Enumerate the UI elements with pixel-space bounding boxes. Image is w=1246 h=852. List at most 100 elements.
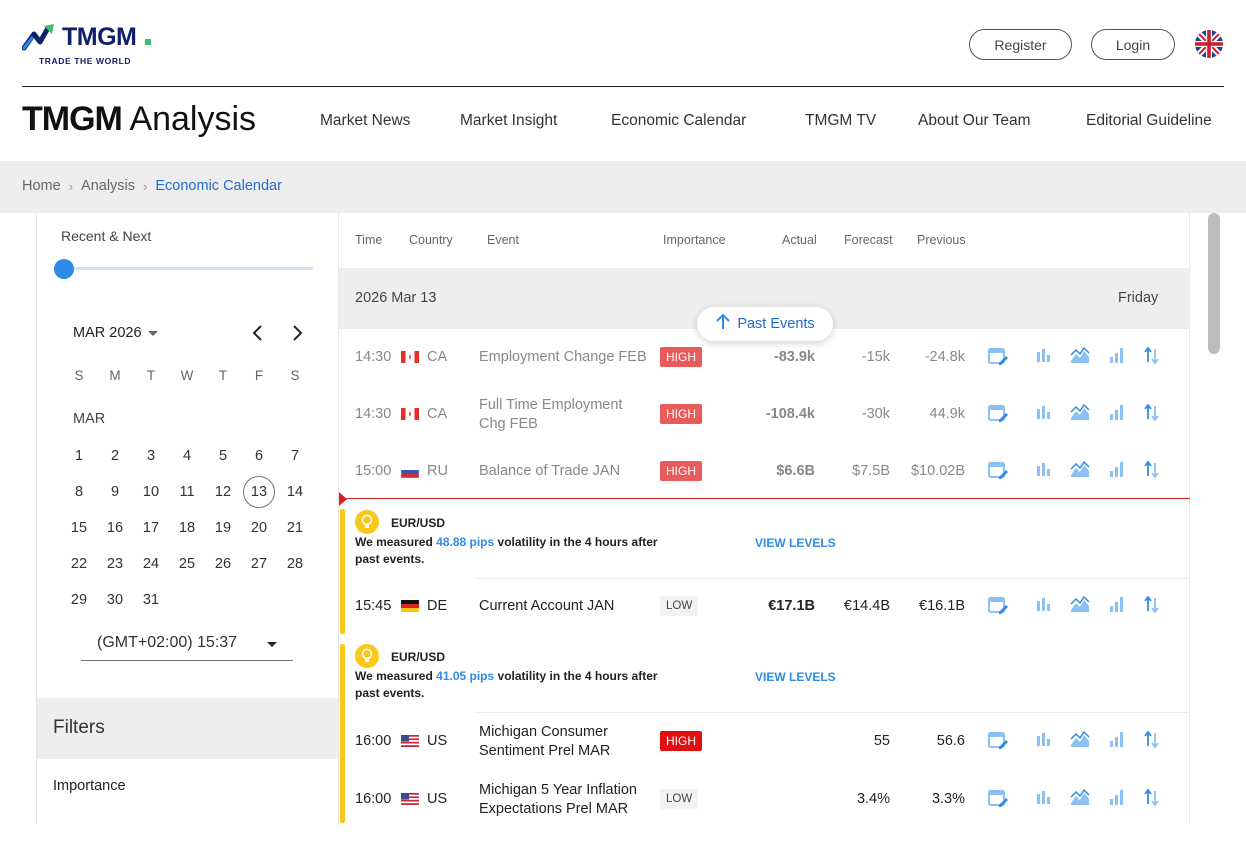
sort-arrows-icon[interactable] [1141, 402, 1163, 424]
row-event[interactable]: Michigan Consumer Sentiment Prel MAR [479, 723, 649, 761]
area-chart-icon[interactable] [1069, 402, 1091, 424]
insight-pips: 48.88 pips [436, 535, 495, 549]
month-year-dropdown[interactable]: MAR 2026 [73, 325, 158, 341]
row-event[interactable]: Full Time Employment Chg FEB [479, 396, 649, 434]
chevron-left-icon[interactable] [251, 323, 265, 348]
row-event[interactable]: Employment Change FEB [479, 349, 647, 365]
calendar-day[interactable]: 23 [99, 548, 131, 580]
bar-chart-icon[interactable] [1033, 594, 1055, 616]
calendar-day[interactable]: 26 [207, 548, 239, 580]
nav-market-insight[interactable]: Market Insight [460, 112, 557, 130]
calendar-edit-icon[interactable] [987, 402, 1009, 424]
top-header: TMGM TRADE THE WORLD Register Login [0, 0, 1246, 88]
calendar-day[interactable]: 14 [279, 476, 311, 508]
calendar-day[interactable]: 3 [135, 440, 167, 472]
signal-bars-icon[interactable] [1106, 459, 1128, 481]
row-event[interactable]: Current Account JAN [479, 598, 614, 614]
calendar-day[interactable]: 21 [279, 512, 311, 544]
chevron-right-icon[interactable] [290, 323, 304, 348]
bar-chart-icon[interactable] [1033, 729, 1055, 751]
calendar-day[interactable]: 8 [63, 476, 95, 508]
sort-arrows-icon[interactable] [1141, 729, 1163, 751]
calendar-day[interactable]: 20 [243, 512, 275, 544]
row-event[interactable]: Balance of Trade JAN [479, 463, 620, 479]
calendar-day[interactable]: 24 [135, 548, 167, 580]
range-slider-track[interactable] [64, 267, 313, 270]
signal-bars-icon[interactable] [1106, 345, 1128, 367]
calendar-day[interactable]: 28 [279, 548, 311, 580]
past-events-button[interactable]: Past Events [697, 307, 833, 341]
signal-bars-icon[interactable] [1106, 729, 1128, 751]
calendar-day[interactable]: 10 [135, 476, 167, 508]
scrollbar-thumb[interactable] [1208, 213, 1220, 354]
tmgm-analysis-brand[interactable]: TMGM Analysis [22, 100, 256, 139]
calendar-day[interactable]: 30 [99, 584, 131, 616]
nav-editorial-guideline[interactable]: Editorial Guideline [1086, 112, 1212, 130]
nav-economic-calendar[interactable]: Economic Calendar [611, 112, 746, 130]
calendar-day[interactable]: 16 [99, 512, 131, 544]
view-levels-link[interactable]: VIEW LEVELS [755, 670, 836, 684]
calendar-day[interactable]: 17 [135, 512, 167, 544]
calendar-day[interactable]: 31 [135, 584, 167, 616]
row-country: DE [427, 598, 448, 614]
bar-chart-icon[interactable] [1033, 787, 1055, 809]
calendar-day[interactable]: 13 [243, 476, 275, 508]
area-chart-icon[interactable] [1069, 787, 1091, 809]
bar-chart-icon[interactable] [1033, 402, 1055, 424]
range-slider-handle[interactable] [54, 259, 74, 279]
calendar-edit-icon[interactable] [987, 594, 1009, 616]
signal-bars-icon[interactable] [1106, 594, 1128, 616]
tmgm-logo[interactable]: TMGM TRADE THE WORLD [22, 22, 162, 68]
sort-arrows-icon[interactable] [1141, 594, 1163, 616]
signal-bars-icon[interactable] [1106, 787, 1128, 809]
view-levels-link[interactable]: VIEW LEVELS [755, 536, 836, 550]
weekday-label: T [146, 368, 156, 383]
arrow-up-icon [715, 313, 731, 336]
calendar-day[interactable]: 15 [63, 512, 95, 544]
calendar-day[interactable]: 1 [63, 440, 95, 472]
importance-filter-label[interactable]: Importance [53, 778, 126, 794]
sort-arrows-icon[interactable] [1141, 459, 1163, 481]
uk-flag-icon[interactable] [1195, 30, 1223, 58]
login-button[interactable]: Login [1091, 29, 1175, 60]
calendar-month-label: MAR [73, 411, 106, 427]
calendar-edit-icon[interactable] [987, 459, 1009, 481]
row-actual: -108.4k [765, 406, 815, 422]
area-chart-icon[interactable] [1069, 459, 1091, 481]
calendar-day[interactable]: 2 [99, 440, 131, 472]
calendar-day[interactable]: 22 [63, 548, 95, 580]
calendar-day[interactable]: 18 [171, 512, 203, 544]
calendar-day[interactable]: 11 [171, 476, 203, 508]
area-chart-icon[interactable] [1069, 729, 1091, 751]
nav-about-our-team[interactable]: About Our Team [918, 112, 1031, 130]
timezone-select[interactable]: (GMT+02:00) 15:37 [81, 630, 293, 661]
weekday-label: T [218, 368, 228, 383]
calendar-day[interactable]: 12 [207, 476, 239, 508]
calendar-day[interactable]: 7 [279, 440, 311, 472]
area-chart-icon[interactable] [1069, 594, 1091, 616]
calendar-day[interactable]: 6 [243, 440, 275, 472]
calendar-day[interactable]: 5 [207, 440, 239, 472]
nav-tmgm-tv[interactable]: TMGM TV [805, 112, 876, 130]
area-chart-icon[interactable] [1069, 345, 1091, 367]
calendar-day[interactable]: 27 [243, 548, 275, 580]
calendar-day[interactable]: 19 [207, 512, 239, 544]
calendar-day[interactable]: 25 [171, 548, 203, 580]
calendar-edit-icon[interactable] [987, 345, 1009, 367]
breadcrumb-analysis[interactable]: Analysis [81, 178, 135, 194]
sort-arrows-icon[interactable] [1141, 787, 1163, 809]
sort-arrows-icon[interactable] [1141, 345, 1163, 367]
calendar-edit-icon[interactable] [987, 729, 1009, 751]
row-time: 16:00 [355, 791, 392, 807]
calendar-day[interactable]: 9 [99, 476, 131, 508]
breadcrumb-home[interactable]: Home [22, 178, 61, 194]
bar-chart-icon[interactable] [1033, 459, 1055, 481]
nav-market-news[interactable]: Market News [320, 112, 410, 130]
signal-bars-icon[interactable] [1106, 402, 1128, 424]
calendar-edit-icon[interactable] [987, 787, 1009, 809]
calendar-day[interactable]: 4 [171, 440, 203, 472]
calendar-day[interactable]: 29 [63, 584, 95, 616]
row-event[interactable]: Michigan 5 Year Inflation Expectations P… [479, 781, 659, 819]
register-button[interactable]: Register [969, 29, 1072, 60]
bar-chart-icon[interactable] [1033, 345, 1055, 367]
